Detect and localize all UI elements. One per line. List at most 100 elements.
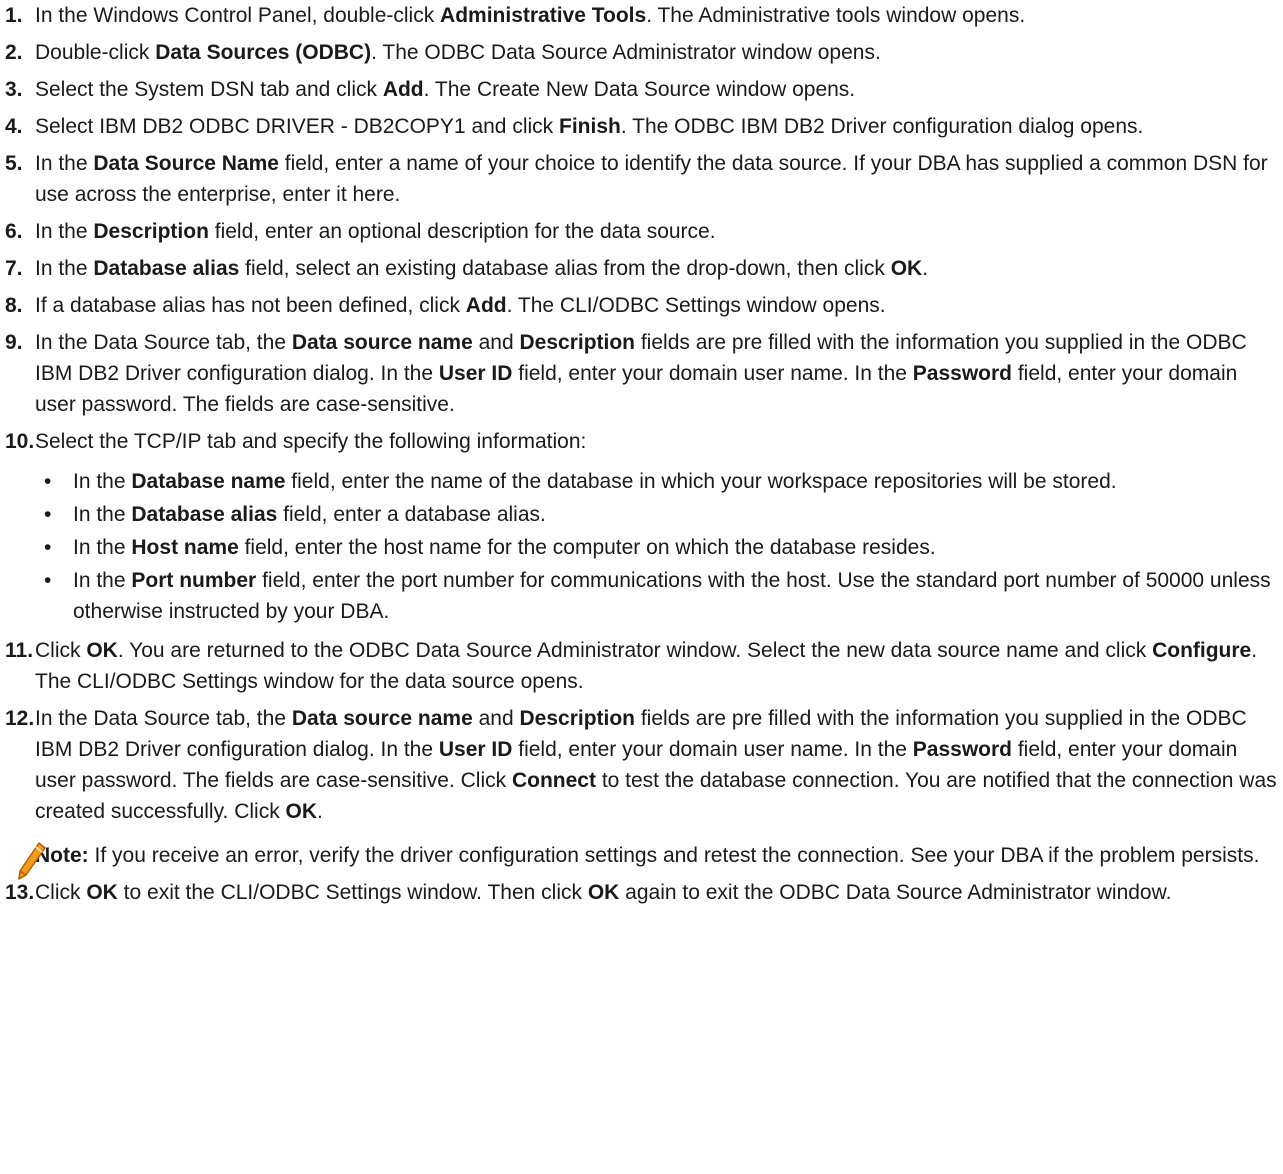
- step-text: In the: [73, 569, 132, 592]
- step-number: 6.: [5, 220, 23, 243]
- step-item: 7. In the Database alias field, select an…: [0, 253, 1283, 284]
- ui-term: Description: [93, 220, 209, 243]
- ui-term: Host name: [131, 536, 239, 559]
- bullet-icon: •: [44, 569, 52, 592]
- step-item: 5. In the Data Source Name field, enter a…: [0, 148, 1283, 210]
- ui-term: OK: [86, 639, 118, 662]
- step-number: 1.: [5, 4, 23, 27]
- step-number: 5.: [5, 152, 23, 175]
- step-item: 9. In the Data Source tab, the Data sourc…: [0, 327, 1283, 420]
- ui-term: User ID: [438, 362, 513, 385]
- note-callout: Note: If you receive an error, verify th…: [18, 840, 1277, 880]
- bullet-icon: •: [44, 503, 52, 526]
- sub-step-item: • In the Database alias field, enter a da…: [35, 499, 1277, 530]
- step-text: In the: [73, 503, 132, 526]
- ui-term: Database alias: [131, 503, 278, 526]
- step-text: . The Create New Data Source window open…: [423, 78, 856, 101]
- step-text: . You are returned to the ODBC Data Sour…: [117, 639, 1153, 662]
- step-item: 4. Select IBM DB2 ODBC DRIVER - DB2COPY1 …: [0, 111, 1283, 142]
- step-item: 10. Select the TCP/IP tab and specify the…: [0, 426, 1283, 627]
- ui-term: OK: [587, 881, 620, 904]
- ui-term: OK: [86, 881, 118, 904]
- ui-term: Database name: [131, 470, 286, 493]
- step-text: Select IBM DB2 ODBC DRIVER - DB2COPY1 an…: [35, 115, 559, 138]
- step-text: In the Windows Control Panel, double-cli…: [35, 4, 441, 27]
- ui-term: Port number: [131, 569, 257, 592]
- step-text: If you receive an error, verify the driv…: [88, 844, 1260, 867]
- step-item: 11. Click OK. You are returned to the ODB…: [0, 635, 1283, 697]
- procedure-steps: 1. In the Windows Control Panel, double-c…: [0, 0, 1283, 908]
- step-number: 9.: [5, 331, 23, 354]
- step-body: If a database alias has not been defined…: [35, 290, 1277, 321]
- step-text: field, enter your domain user name. In t…: [512, 738, 913, 761]
- step-text: Click: [35, 639, 87, 662]
- step-text: field, select an existing database alias…: [239, 257, 891, 280]
- step-text: Select the System DSN tab and click: [35, 78, 383, 101]
- pencil-icon: [17, 841, 47, 881]
- step-number: 4.: [5, 115, 23, 138]
- sub-step-item: • In the Database name field, enter the n…: [35, 466, 1277, 497]
- step-item: 8. If a database alias has not been defin…: [0, 290, 1283, 321]
- ui-term: Add: [382, 78, 424, 101]
- ui-term: Configure: [1152, 639, 1252, 662]
- ui-term: Database alias: [93, 257, 240, 280]
- step-number: 3.: [5, 78, 23, 101]
- step-text: In the: [35, 220, 94, 243]
- step-body: In the Data Source Name field, enter a n…: [35, 148, 1277, 210]
- step-body: In the Data Source tab, the Data source …: [35, 703, 1277, 827]
- sub-step-item: • In the Port number field, enter the por…: [35, 565, 1277, 627]
- step-text: Select the TCP/IP tab and specify the fo…: [35, 430, 587, 453]
- step-body: Click OK. You are returned to the ODBC D…: [35, 635, 1277, 697]
- ui-term: Data Sources (ODBC): [155, 41, 372, 64]
- step-text: . The CLI/ODBC Settings window opens.: [506, 294, 886, 317]
- step-text: field, enter your domain user name. In t…: [512, 362, 913, 385]
- step-text: field, enter a database alias.: [277, 503, 546, 526]
- step-text: If a database alias has not been defined…: [35, 294, 466, 317]
- step-item: 2. Double-click Data Sources (ODBC). The …: [0, 37, 1283, 68]
- step-text: In the: [73, 536, 132, 559]
- step-text: field, enter an optional description for…: [208, 220, 716, 243]
- step-body: Double-click Data Sources (ODBC). The OD…: [35, 37, 1277, 68]
- bullet-icon: •: [44, 536, 52, 559]
- ui-term: User ID: [438, 738, 513, 761]
- step-text: In the Data Source tab, the: [35, 331, 292, 354]
- ui-term: Password: [912, 362, 1013, 385]
- step-text: again to exit the ODBC Data Source Admin…: [619, 881, 1172, 904]
- ui-term: Add: [465, 294, 507, 317]
- step-body: In the Description field, enter an optio…: [35, 216, 1277, 247]
- step-text: . The ODBC Data Source Administrator win…: [371, 41, 881, 64]
- step-text: In the Data Source tab, the: [35, 707, 292, 730]
- step-number: 11.: [5, 639, 34, 662]
- ui-term: OK: [890, 257, 923, 280]
- step-text: In the: [35, 257, 94, 280]
- step-number: 7.: [5, 257, 23, 280]
- step-body: Select the System DSN tab and click Add.…: [35, 74, 1277, 105]
- step-text: . The Administrative tools window opens.: [646, 4, 1026, 27]
- step-text: .: [317, 800, 323, 823]
- ui-term: Description: [519, 707, 636, 730]
- ui-term: Administrative Tools: [440, 4, 647, 27]
- step-text: .: [922, 257, 929, 280]
- step-text: In the: [73, 470, 132, 493]
- step-text: . The ODBC IBM DB2 Driver configuration …: [620, 115, 1144, 138]
- step-number: 10.: [5, 430, 35, 453]
- step-body: Select IBM DB2 ODBC DRIVER - DB2COPY1 an…: [35, 111, 1277, 142]
- step-number: 13.: [5, 881, 35, 904]
- step-body: Select the TCP/IP tab and specify the fo…: [35, 426, 1277, 457]
- ui-term: OK: [285, 800, 318, 823]
- ui-term: Connect: [511, 769, 596, 792]
- ui-term: Description: [519, 331, 636, 354]
- step-text: and: [472, 331, 520, 354]
- step-body: In the Data Source tab, the Data source …: [35, 327, 1277, 420]
- step-text: Click: [35, 881, 87, 904]
- step-text: Double-click: [35, 41, 156, 64]
- step-text: field, enter the name of the database in…: [285, 470, 1117, 493]
- step-text: to exit the CLI/ODBC Settings window. Th…: [117, 881, 588, 904]
- step-text: In the: [35, 152, 94, 175]
- ui-term: Data Source Name: [93, 152, 279, 175]
- step-body: In the Database alias field, select an e…: [35, 253, 1277, 284]
- sub-step-item: • In the Host name field, enter the host …: [35, 532, 1277, 563]
- ui-term: Finish: [559, 115, 621, 138]
- step-body: In the Windows Control Panel, double-cli…: [35, 0, 1277, 31]
- ui-term: Password: [912, 738, 1013, 761]
